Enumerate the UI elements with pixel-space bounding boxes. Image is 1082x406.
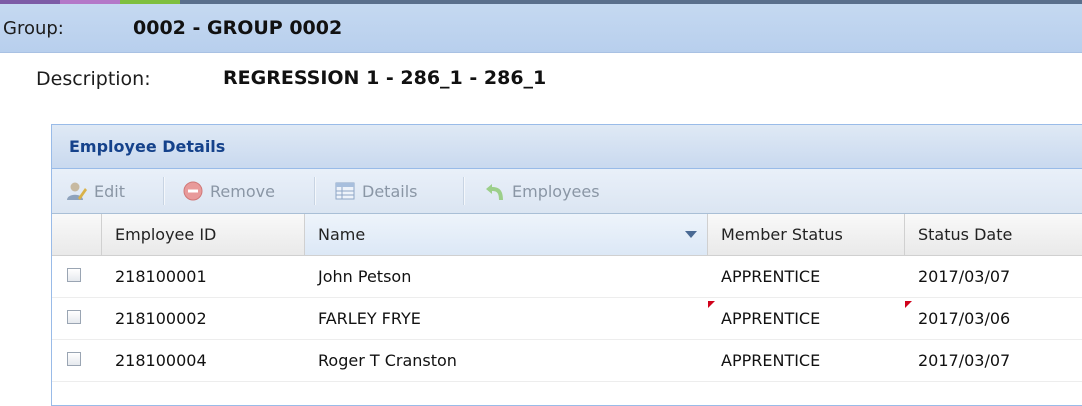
row-checkbox[interactable] — [67, 352, 81, 366]
cell-name: John Petson — [318, 267, 412, 286]
description-label: Description: — [36, 68, 151, 90]
column-name[interactable]: Name — [305, 214, 708, 255]
employee-details-panel: Employee Details Edit Remove Details Emp… — [51, 124, 1082, 406]
cell-employee-id: 218100001 — [115, 267, 207, 286]
toolbar-separator — [163, 177, 165, 205]
panel-title: Employee Details — [69, 137, 226, 156]
toolbar-separator — [463, 177, 465, 205]
cell-status-date: 2017/03/07 — [918, 351, 1011, 370]
cell-employee-id: 218100004 — [115, 351, 207, 370]
employees-label: Employees — [512, 181, 600, 201]
table-row[interactable]: 218100002 FARLEY FRYE APPRENTICE 2017/03… — [52, 298, 1082, 340]
toolbar-separator — [314, 177, 316, 205]
details-label: Details — [362, 181, 418, 201]
grid-header: Employee ID Name Member Status Status Da… — [52, 214, 1082, 256]
table-row[interactable]: 218100001 John Petson APPRENTICE 2017/03… — [52, 256, 1082, 298]
group-bar: Group: 0002 - GROUP 0002 — [0, 4, 1082, 53]
details-table-icon — [335, 182, 355, 200]
row-checkbox[interactable] — [67, 310, 81, 324]
column-employee-id[interactable]: Employee ID — [102, 214, 305, 255]
remove-icon — [183, 181, 203, 201]
cell-employee-id: 218100002 — [115, 309, 207, 328]
group-label: Group: — [3, 18, 64, 39]
cell-name: Roger T Cranston — [318, 351, 457, 370]
column-name-label: Name — [318, 225, 366, 244]
checkbox-column-header — [52, 214, 102, 255]
edit-label: Edit — [94, 181, 125, 201]
edit-user-icon — [67, 182, 87, 200]
column-member-status[interactable]: Member Status — [708, 214, 905, 255]
remove-button[interactable]: Remove — [182, 179, 275, 203]
employees-button[interactable]: Employees — [484, 179, 600, 203]
row-checkbox[interactable] — [67, 268, 81, 282]
cell-member-status: APPRENTICE — [721, 351, 821, 370]
cell-status-date: 2017/03/06 — [905, 298, 1010, 339]
panel-header: Employee Details — [52, 125, 1082, 169]
back-arrow-icon — [486, 184, 503, 200]
description-value: REGRESSION 1 - 286_1 - 286_1 — [223, 67, 547, 89]
cell-member-status: APPRENTICE — [708, 298, 820, 339]
table-row[interactable]: 218100004 Roger T Cranston APPRENTICE 20… — [52, 340, 1082, 382]
cell-name: FARLEY FRYE — [318, 309, 421, 328]
column-menu-arrow-icon[interactable] — [685, 231, 697, 238]
cell-status-date: 2017/03/07 — [918, 267, 1011, 286]
column-status-date[interactable]: Status Date — [905, 214, 1082, 255]
details-button[interactable]: Details — [334, 179, 417, 203]
group-value: 0002 - GROUP 0002 — [133, 17, 343, 39]
edit-button[interactable]: Edit — [66, 179, 125, 203]
cell-member-status: APPRENTICE — [721, 267, 821, 286]
toolbar: Edit Remove Details Employees — [52, 169, 1082, 214]
remove-label: Remove — [210, 181, 275, 201]
